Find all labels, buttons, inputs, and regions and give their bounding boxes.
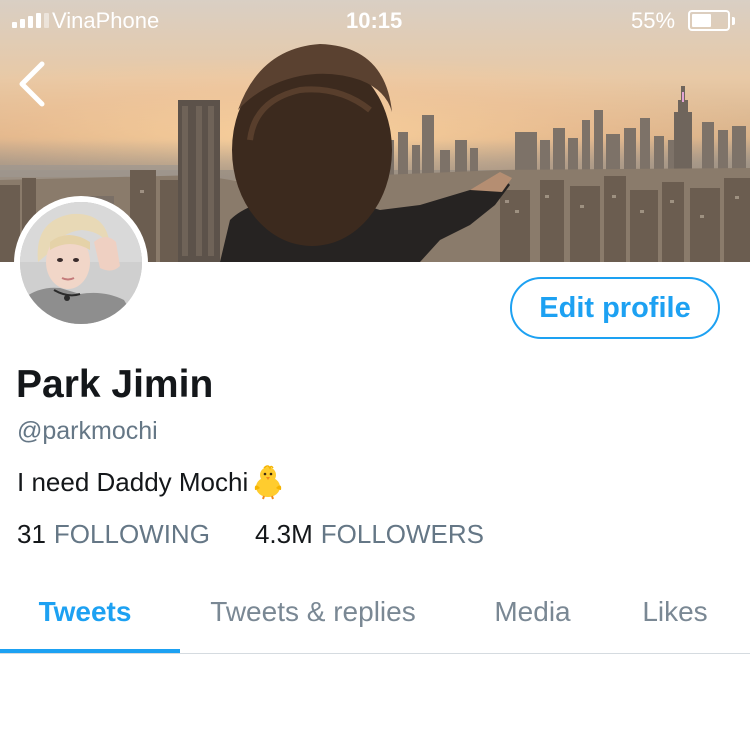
active-tab-indicator xyxy=(0,649,180,653)
following-stat[interactable]: 31 FOLLOWING xyxy=(17,519,210,550)
profile-tabs: Tweets Tweets & replies Media Likes xyxy=(0,570,750,654)
avatar-photo xyxy=(20,202,142,324)
battery-cap xyxy=(732,17,735,25)
carrier-name: VinaPhone xyxy=(52,8,160,33)
tab-tweets[interactable]: Tweets xyxy=(0,570,170,654)
signal-strength-icon xyxy=(12,12,49,28)
baby-chick-emoji-icon xyxy=(255,465,282,500)
following-count: 31 xyxy=(17,519,46,549)
avatar-portrait-image xyxy=(20,202,142,324)
clock: 10:15 xyxy=(346,8,403,33)
followers-stat[interactable]: 4.3M FOLLOWERS xyxy=(255,519,484,550)
tab-media[interactable]: Media xyxy=(470,570,595,654)
tab-tweets-and-replies[interactable]: Tweets & replies xyxy=(185,570,441,654)
tab-likes[interactable]: Likes xyxy=(620,570,730,654)
profile-stats: 31 FOLLOWING 4.3M FOLLOWERS xyxy=(17,519,484,550)
followers-count: 4.3M xyxy=(254,519,313,549)
profile-bio: I need Daddy Mochi xyxy=(17,464,286,500)
profile-name: Park Jimin xyxy=(16,363,214,406)
followers-label: FOLLOWERS xyxy=(320,519,484,549)
battery-percentage: 55% xyxy=(631,8,676,33)
edit-profile-button[interactable]: Edit profile xyxy=(510,277,720,339)
profile-handle: @parkmochi xyxy=(17,417,158,445)
status-bar: VinaPhone 10:15 55% xyxy=(0,0,750,40)
following-label: FOLLOWING xyxy=(53,519,210,549)
battery-level-fill xyxy=(692,14,711,27)
back-button[interactable] xyxy=(12,58,56,110)
battery-icon xyxy=(688,10,730,31)
bio-text: I need Daddy Mochi xyxy=(17,466,249,497)
chevron-left-icon xyxy=(19,61,45,107)
profile-avatar[interactable] xyxy=(14,196,148,330)
